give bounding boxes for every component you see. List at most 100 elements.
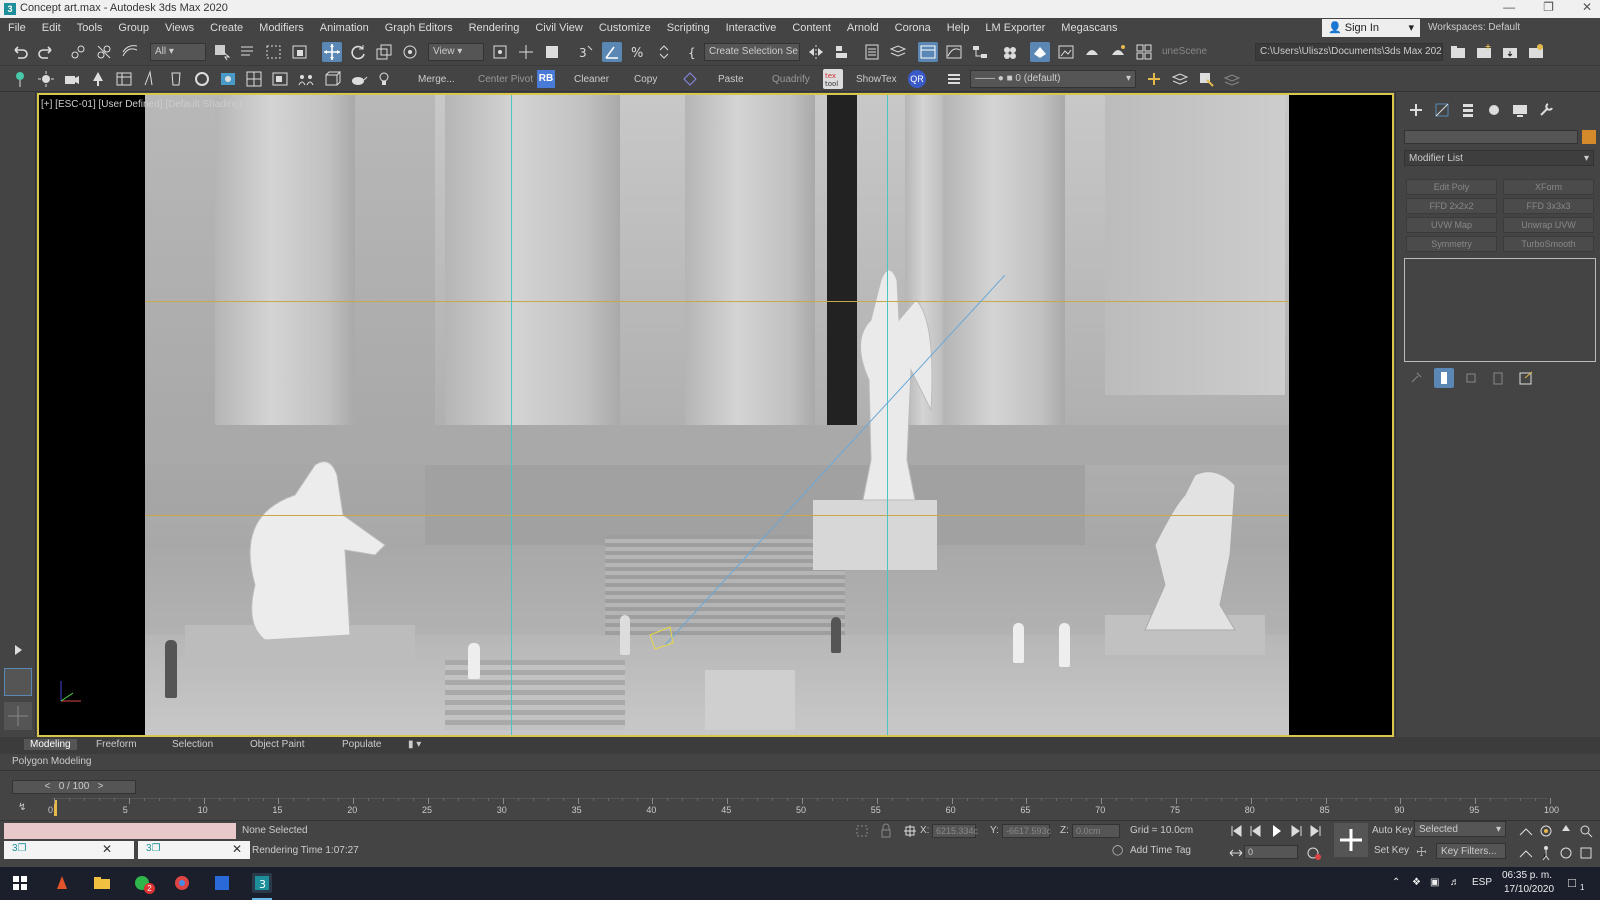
edit-named-selection-icon[interactable]: { bbox=[684, 42, 704, 62]
ribbon-tab-freeform[interactable]: Freeform bbox=[96, 739, 137, 750]
sign-in-dropdown[interactable]: 👤 Sign In ▾ bbox=[1322, 19, 1420, 37]
rb-button[interactable]: RB bbox=[537, 70, 555, 88]
curve-editor-icon[interactable] bbox=[944, 42, 964, 62]
set-key-button[interactable]: Set Key bbox=[1374, 845, 1409, 856]
absolute-mode-icon[interactable] bbox=[900, 821, 920, 841]
select-by-name-icon[interactable] bbox=[238, 42, 258, 62]
walk-through-icon[interactable] bbox=[1536, 843, 1556, 863]
modifier-list-dropdown[interactable]: Modifier List ▾ bbox=[1404, 150, 1594, 166]
z-coordinate-field[interactable]: 0.0cm bbox=[1072, 824, 1120, 838]
window-crossing-icon[interactable] bbox=[290, 42, 310, 62]
scene-explorer-icon[interactable] bbox=[862, 42, 882, 62]
table-icon[interactable] bbox=[114, 69, 134, 89]
isolate-selection-icon[interactable] bbox=[852, 821, 872, 841]
layer-dropdown[interactable]: —— ● ■ 0 (default) ▾ bbox=[970, 70, 1136, 88]
taskbar-preview-tab[interactable]: 3❐ ✕ bbox=[138, 841, 250, 859]
object-color-swatch[interactable] bbox=[1582, 130, 1596, 144]
sun-icon[interactable] bbox=[36, 69, 56, 89]
mirror-icon[interactable] bbox=[806, 42, 826, 62]
diamond-icon[interactable] bbox=[680, 69, 700, 89]
copy-button[interactable]: Copy bbox=[634, 74, 657, 85]
percent-snap-icon[interactable]: % bbox=[628, 42, 648, 62]
preview-close-icon[interactable]: ✕ bbox=[232, 842, 242, 856]
go-to-start-icon[interactable] bbox=[1226, 821, 1246, 841]
uvw-map-button[interactable]: UVW Map bbox=[1406, 217, 1497, 233]
preview-close-icon[interactable]: ✕ bbox=[102, 842, 112, 856]
restore-icon[interactable]: ❐ bbox=[1543, 0, 1554, 14]
bone-icon[interactable] bbox=[166, 69, 186, 89]
taskbar-preview-tab[interactable]: 3❐ ✕ bbox=[4, 841, 134, 859]
network-icon[interactable]: ▣ bbox=[1430, 877, 1439, 888]
paste-button[interactable]: Paste bbox=[718, 74, 744, 85]
named-selection-dropdown[interactable]: Create Selection Se ▾ bbox=[704, 43, 800, 61]
project-sync-icon[interactable] bbox=[1526, 42, 1546, 62]
scale-icon[interactable] bbox=[374, 42, 394, 62]
render-active-shade-icon[interactable] bbox=[1108, 42, 1128, 62]
add-layer-icon[interactable] bbox=[1144, 69, 1164, 89]
y-coordinate-field[interactable]: -6617.593c bbox=[1002, 824, 1051, 838]
teapot-icon[interactable] bbox=[348, 69, 368, 89]
key-filters-button[interactable]: Key Filters... bbox=[1436, 843, 1506, 859]
pin-stack-icon[interactable] bbox=[1406, 368, 1426, 388]
expand-arrow-icon[interactable] bbox=[8, 640, 28, 660]
polygon-modeling-label[interactable]: Polygon Modeling bbox=[12, 756, 92, 767]
pin-icon[interactable] bbox=[10, 69, 30, 89]
workspaces[interactable]: Workspaces: Default bbox=[1428, 22, 1520, 33]
menu-civil-view[interactable]: Civil View bbox=[527, 22, 590, 34]
clock-time[interactable]: 06:35 p. m. bbox=[1502, 870, 1552, 881]
x-coordinate-field[interactable]: 6215.334c bbox=[932, 824, 978, 838]
viewport-scene-render[interactable] bbox=[145, 95, 1289, 735]
maxscript-listener[interactable] bbox=[4, 823, 236, 839]
select-in-layer-icon[interactable] bbox=[1196, 69, 1216, 89]
3dsmax-taskbar-icon[interactable]: 3 bbox=[252, 873, 272, 893]
xform-button[interactable]: XForm bbox=[1503, 179, 1594, 195]
ribbon-tab-modeling[interactable]: Modeling bbox=[24, 739, 77, 750]
minimize-icon[interactable]: — bbox=[1503, 0, 1515, 14]
ffd-2x2x2-button[interactable]: FFD 2x2x2 bbox=[1406, 198, 1497, 214]
render-grid-icon[interactable] bbox=[1134, 42, 1154, 62]
add-time-tag[interactable]: Add Time Tag bbox=[1130, 845, 1191, 856]
set-key-large-button[interactable] bbox=[1334, 823, 1368, 857]
mini-curve-editor-icon[interactable]: ↯ bbox=[18, 802, 26, 813]
menu-edit[interactable]: Edit bbox=[34, 22, 69, 34]
grid-snap-icon[interactable] bbox=[244, 69, 264, 89]
track-bar[interactable]: ↯ 0 5 10 15 20 25 30 35 40 45 50 55 60 65 70 75 80 85 90 95… bbox=[0, 798, 1600, 818]
configure-modifier-sets-icon[interactable] bbox=[1516, 368, 1536, 388]
project-folder-icon[interactable] bbox=[1448, 42, 1468, 62]
angle-snap-icon[interactable] bbox=[602, 42, 622, 62]
sketch-icon[interactable] bbox=[140, 69, 160, 89]
menu-modifiers[interactable]: Modifiers bbox=[251, 22, 312, 34]
ref-coord-dropdown[interactable]: View ▾ bbox=[428, 43, 484, 61]
utilities-tab-icon[interactable] bbox=[1536, 100, 1556, 120]
select-object-icon[interactable] bbox=[212, 42, 232, 62]
menu-graph-editors[interactable]: Graph Editors bbox=[377, 22, 461, 34]
unwrap-uvw-button[interactable]: Unwrap UVW bbox=[1503, 217, 1594, 233]
single-viewport-layout-button[interactable] bbox=[4, 668, 32, 696]
key-mode-toggle-icon[interactable] bbox=[1226, 843, 1246, 863]
taskbar-app-icon[interactable] bbox=[52, 873, 72, 893]
undo-icon[interactable] bbox=[10, 42, 30, 62]
display-tab-icon[interactable] bbox=[1510, 100, 1530, 120]
menu-interactive[interactable]: Interactive bbox=[718, 22, 785, 34]
menu-megascans[interactable]: Megascans bbox=[1053, 22, 1125, 34]
render-production-icon[interactable] bbox=[1082, 42, 1102, 62]
file-explorer-icon[interactable] bbox=[92, 873, 112, 893]
create-tab-icon[interactable] bbox=[1406, 100, 1426, 120]
previous-frame-icon[interactable] bbox=[1246, 821, 1266, 841]
symmetry-button[interactable]: Symmetry bbox=[1406, 236, 1497, 252]
menu-arnold[interactable]: Arnold bbox=[839, 22, 887, 34]
layer-hide-icon[interactable] bbox=[1222, 69, 1242, 89]
unlink-icon[interactable] bbox=[94, 42, 114, 62]
object-name-field[interactable] bbox=[1404, 130, 1578, 144]
bind-space-warp-icon[interactable] bbox=[120, 42, 140, 62]
render-setup-icon[interactable] bbox=[1030, 42, 1050, 62]
time-slider[interactable]: < 0 / 100 > bbox=[12, 780, 136, 794]
pivot-center-icon[interactable] bbox=[490, 42, 510, 62]
orbit-icon[interactable] bbox=[1536, 821, 1556, 841]
light-bulb-icon[interactable] bbox=[374, 69, 394, 89]
edit-poly-button[interactable]: Edit Poly bbox=[1406, 179, 1497, 195]
key-mode-dropdown[interactable]: Selected ▾ bbox=[1414, 821, 1506, 837]
texture-tools-icon[interactable]: tex tool bbox=[823, 69, 843, 89]
material-editor-icon[interactable] bbox=[1000, 42, 1020, 62]
viewport-layout-icon[interactable] bbox=[270, 69, 290, 89]
